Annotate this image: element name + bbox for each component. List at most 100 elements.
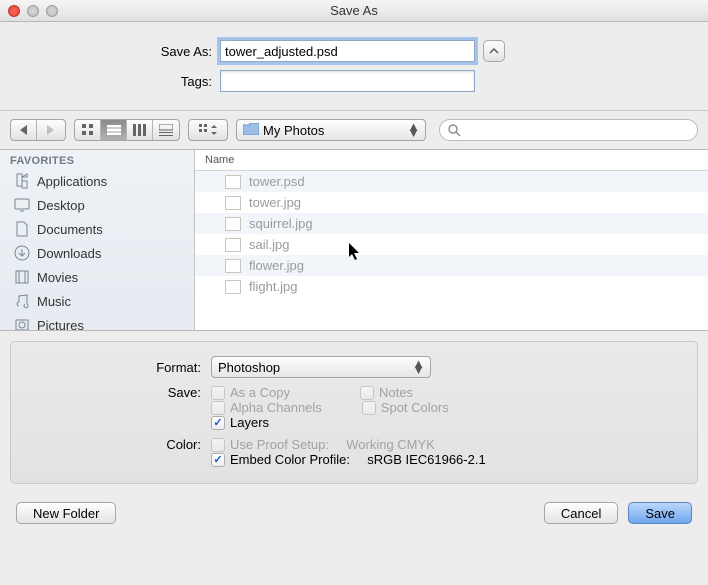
save-button[interactable]: Save: [628, 502, 692, 524]
list-view-icon: [107, 125, 121, 135]
location-label: My Photos: [263, 123, 324, 138]
as-a-copy-checkbox[interactable]: As a Copy: [211, 385, 290, 400]
triangle-right-icon: [46, 125, 54, 135]
layers-checkbox[interactable]: ✓Layers: [211, 415, 269, 430]
window-title: Save As: [0, 3, 708, 18]
file-name: tower.psd: [249, 174, 305, 189]
sidebar-item-label: Music: [37, 294, 71, 309]
tags-label: Tags:: [0, 74, 220, 89]
view-icon-button[interactable]: [75, 120, 101, 140]
file-row[interactable]: tower.jpg: [195, 192, 708, 213]
embed-color-profile-checkbox[interactable]: ✓Embed Color Profile: sRGB IEC61966-2.1: [211, 452, 486, 467]
file-browser: FAVORITES Applications Desktop Documents…: [0, 149, 708, 331]
back-button[interactable]: [11, 120, 37, 140]
file-name: flower.jpg: [249, 258, 304, 273]
chk-label: Use Proof Setup:: [230, 437, 329, 452]
chk-label: As a Copy: [230, 385, 290, 400]
sidebar-item-label: Movies: [37, 270, 78, 285]
file-icon: [225, 217, 241, 231]
file-row[interactable]: sail.jpg: [195, 234, 708, 255]
cancel-button[interactable]: Cancel: [544, 502, 618, 524]
expand-collapse-button[interactable]: [483, 40, 505, 62]
tags-input[interactable]: [220, 70, 475, 92]
minimize-window-button[interactable]: [27, 5, 39, 17]
titlebar: Save As: [0, 0, 708, 22]
sidebar-item-downloads[interactable]: Downloads: [0, 241, 194, 265]
documents-icon: [14, 221, 30, 237]
chk-label: Spot Colors: [381, 400, 449, 415]
sidebar-item-documents[interactable]: Documents: [0, 217, 194, 241]
file-icon: [225, 280, 241, 294]
triangle-left-icon: [20, 125, 28, 135]
sidebar: FAVORITES Applications Desktop Documents…: [0, 150, 195, 330]
notes-checkbox[interactable]: Notes: [360, 385, 413, 400]
file-row[interactable]: squirrel.jpg: [195, 213, 708, 234]
nav-back-forward[interactable]: [10, 119, 66, 141]
file-row[interactable]: flower.jpg: [195, 255, 708, 276]
search-icon: [448, 124, 461, 137]
column-view-icon: [133, 124, 147, 136]
popup-arrows-icon: ▲▼: [407, 124, 420, 136]
file-name: squirrel.jpg: [249, 216, 313, 231]
sidebar-item-label: Downloads: [37, 246, 101, 261]
chevron-up-icon: [489, 48, 499, 54]
proof-value: Working CMYK: [346, 437, 435, 452]
search-input[interactable]: [461, 123, 689, 138]
view-column-button[interactable]: [127, 120, 153, 140]
forward-button[interactable]: [37, 120, 63, 140]
movies-icon: [14, 269, 30, 285]
options-panel: Format: Photoshop ▲▼ Save: As a Copy Not…: [10, 341, 698, 484]
icon-view-icon: [82, 124, 94, 136]
column-header-name[interactable]: Name: [195, 150, 708, 171]
chk-label: Notes: [379, 385, 413, 400]
file-icon: [225, 238, 241, 252]
file-listing: Name tower.psd tower.jpg squirrel.jpg sail.…: [195, 150, 708, 330]
save-as-input[interactable]: [220, 40, 475, 62]
sidebar-item-applications[interactable]: Applications: [0, 169, 194, 193]
format-label: Format:: [11, 360, 211, 375]
apps-icon: [14, 173, 30, 189]
sidebar-item-movies[interactable]: Movies: [0, 265, 194, 289]
format-popup[interactable]: Photoshop ▲▼: [211, 356, 431, 378]
sidebar-item-label: Documents: [37, 222, 103, 237]
toolbar: My Photos ▲▼: [0, 111, 708, 149]
color-section-label: Color:: [11, 437, 211, 452]
chk-label: Embed Color Profile:: [230, 452, 350, 467]
view-mode-segment[interactable]: [74, 119, 180, 141]
profile-value: sRGB IEC61966-2.1: [367, 452, 486, 467]
file-icon: [225, 196, 241, 210]
new-folder-button[interactable]: New Folder: [16, 502, 116, 524]
save-section-label: Save:: [11, 385, 211, 400]
file-rows: tower.psd tower.jpg squirrel.jpg sail.jpg fl…: [195, 171, 708, 330]
pictures-icon: [14, 317, 30, 330]
file-name: tower.jpg: [249, 195, 301, 210]
spot-colors-checkbox[interactable]: Spot Colors: [362, 400, 449, 415]
search-field[interactable]: [439, 119, 698, 141]
use-proof-setup-checkbox[interactable]: Use Proof Setup: Working CMYK: [211, 437, 435, 452]
file-name: sail.jpg: [249, 237, 289, 252]
footer: New Folder Cancel Save: [0, 494, 708, 538]
location-popup[interactable]: My Photos ▲▼: [236, 119, 426, 141]
sidebar-item-music[interactable]: Music: [0, 289, 194, 313]
close-window-button[interactable]: [8, 5, 20, 17]
popup-arrows-icon: ▲▼: [412, 361, 425, 373]
zoom-window-button[interactable]: [46, 5, 58, 17]
coverflow-icon: [159, 124, 173, 136]
view-coverflow-button[interactable]: [153, 120, 179, 140]
folder-icon: [243, 123, 259, 138]
file-row[interactable]: tower.psd: [195, 171, 708, 192]
file-name: flight.jpg: [249, 279, 297, 294]
sidebar-item-pictures[interactable]: Pictures: [0, 313, 194, 330]
file-row[interactable]: flight.jpg: [195, 276, 708, 297]
view-list-button[interactable]: [101, 120, 127, 140]
arrange-menu-button[interactable]: [188, 119, 228, 141]
chk-label: Layers: [230, 415, 269, 430]
sidebar-item-desktop[interactable]: Desktop: [0, 193, 194, 217]
alpha-channels-checkbox[interactable]: Alpha Channels: [211, 400, 322, 415]
arrange-icon: [199, 124, 217, 136]
format-value: Photoshop: [218, 360, 280, 375]
sidebar-item-label: Applications: [37, 174, 107, 189]
desktop-icon: [14, 197, 30, 213]
save-as-label: Save As:: [0, 44, 220, 59]
music-icon: [14, 293, 30, 309]
